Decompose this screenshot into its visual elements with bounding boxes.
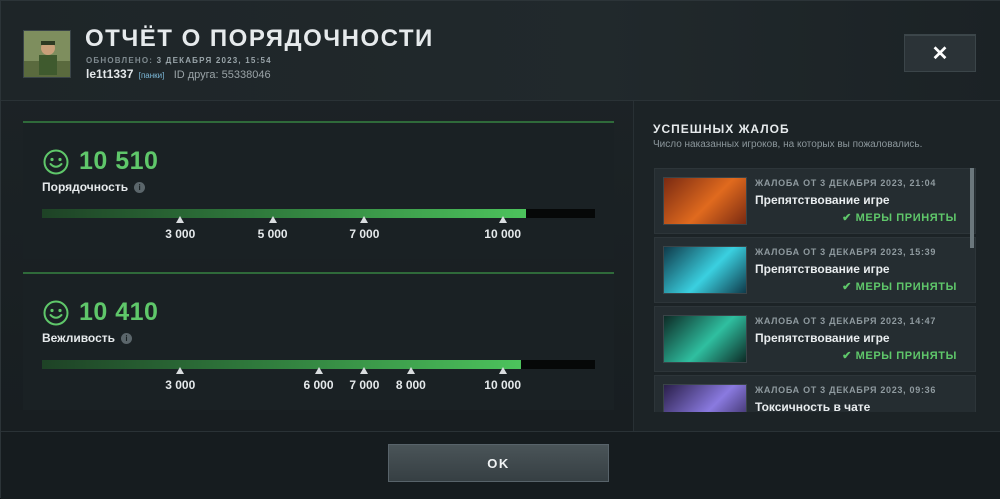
check-icon: ✔	[842, 212, 856, 224]
report-item[interactable]: ЖАЛОБА ОТ 3 ДЕКАБРЯ 2023, 14:47 Препятств…	[654, 306, 976, 372]
tick-label: 5 000	[257, 227, 288, 241]
politeness-score-panel: 10 410 Вежливость i 3 000 6 000 7 000 8 000…	[23, 272, 614, 410]
check-icon: ✔	[842, 281, 856, 293]
tick-marker	[176, 367, 185, 374]
updated-label: ОБНОВЛЕНО:	[86, 56, 154, 65]
avatar-image	[24, 31, 70, 77]
report-type: Токсичность в чате	[755, 400, 871, 412]
footer: OK	[1, 431, 1000, 499]
avatar	[23, 30, 71, 78]
report-item[interactable]: ЖАЛОБА ОТ 3 ДЕКАБРЯ 2023, 09:36 Токсичнос…	[654, 375, 976, 412]
tick-marker	[360, 216, 369, 223]
tick-label: 7 000	[349, 378, 380, 392]
hero-portrait	[663, 246, 747, 294]
conduct-report-modal: ОТЧЁТ О ПОРЯДОЧНОСТИ ОБНОВЛЕНО: 3 ДЕКАБР…	[0, 0, 1000, 499]
progress-fill	[42, 360, 522, 369]
friend-id: ID друга: 55338046	[173, 69, 271, 81]
tick-marker	[176, 216, 185, 223]
report-status-text: МЕРЫ ПРИНЯТЫ	[855, 350, 957, 362]
politeness-score-value: 10 410	[79, 298, 159, 326]
hero-portrait	[663, 177, 747, 225]
tick-marker	[498, 216, 507, 223]
tick-label: 3 000	[165, 227, 196, 241]
report-item[interactable]: ЖАЛОБА ОТ 3 ДЕКАБРЯ 2023, 21:04 Препятств…	[654, 168, 976, 234]
successful-reports-panel: УСПЕШНЫХ ЖАЛОБ Число наказанных игроков,…	[633, 101, 1000, 431]
close-icon: ✕	[931, 42, 949, 65]
smiley-icon	[43, 149, 69, 174]
hero-portrait	[663, 315, 747, 363]
reports-title: УСПЕШНЫХ ЖАЛОБ	[653, 122, 790, 136]
reports-list[interactable]: ЖАЛОБА ОТ 3 ДЕКАБРЯ 2023, 21:04 Препятств…	[654, 168, 976, 412]
hero-portrait	[663, 384, 747, 412]
report-date: ЖАЛОБА ОТ 3 ДЕКАБРЯ 2023, 09:36	[755, 385, 937, 395]
report-status-text: МЕРЫ ПРИНЯТЫ	[855, 281, 957, 293]
tick-marker	[406, 367, 415, 374]
conduct-score-value: 10 510	[79, 147, 159, 175]
tick-label: 3 000	[165, 378, 196, 392]
tick-marker	[360, 367, 369, 374]
report-type: Препятствование игре	[755, 331, 890, 345]
report-date: ЖАЛОБА ОТ 3 ДЕКАБРЯ 2023, 14:47	[755, 316, 937, 326]
politeness-label: Вежливость i	[42, 331, 133, 345]
info-icon[interactable]: i	[121, 332, 133, 344]
ok-button-label: OK	[487, 455, 510, 471]
close-button[interactable]: ✕	[904, 34, 976, 72]
report-date: ЖАЛОБА ОТ 3 ДЕКАБРЯ 2023, 21:04	[755, 178, 937, 188]
check-icon: ✔	[842, 350, 856, 362]
conduct-score-panel: 10 510 Порядочность i 3 000 5 000 7 000 10 …	[23, 121, 614, 259]
user-info: le1t1337 [панки] ID друга: 55338046	[86, 67, 271, 81]
tick-label: 10 000	[484, 378, 521, 392]
report-status: ✔ МЕРЫ ПРИНЯТЫ	[842, 280, 957, 293]
player-nickname: le1t1337	[86, 67, 134, 81]
score-row: 10 410	[43, 298, 158, 327]
tick-label: 6 000	[303, 378, 334, 392]
updated-value: 3 ДЕКАБРЯ 2023, 15:54	[156, 56, 272, 65]
metric-label-text: Порядочность	[42, 180, 129, 194]
report-status: ✔ МЕРЫ ПРИНЯТЫ	[842, 349, 957, 362]
tick-marker	[314, 367, 323, 374]
metric-label-text: Вежливость	[42, 331, 116, 345]
score-row: 10 510	[43, 147, 158, 176]
tick-label: 10 000	[484, 227, 521, 241]
report-status: ✔ МЕРЫ ПРИНЯТЫ	[842, 211, 957, 224]
reports-subtitle: Число наказанных игроков, на которых вы …	[653, 139, 923, 150]
report-date: ЖАЛОБА ОТ 3 ДЕКАБРЯ 2023, 15:39	[755, 247, 937, 257]
tick-label: 7 000	[349, 227, 380, 241]
scrollbar[interactable]	[970, 168, 974, 248]
report-status-text: МЕРЫ ПРИНЯТЫ	[855, 212, 957, 224]
tick-marker	[268, 216, 277, 223]
conduct-label: Порядочность i	[42, 180, 146, 194]
ok-button[interactable]: OK	[388, 444, 609, 482]
smiley-icon	[43, 300, 69, 325]
header: ОТЧЁТ О ПОРЯДОЧНОСТИ ОБНОВЛЕНО: 3 ДЕКАБР…	[1, 1, 1000, 101]
team-tag: [панки]	[138, 71, 165, 80]
tick-label: 8 000	[395, 378, 426, 392]
report-type: Препятствование игре	[755, 262, 890, 276]
info-icon[interactable]: i	[134, 181, 146, 193]
tick-marker	[498, 367, 507, 374]
conduct-progress-bar	[42, 209, 595, 218]
updated-timestamp: ОБНОВЛЕНО: 3 ДЕКАБРЯ 2023, 15:54	[86, 56, 272, 65]
report-item[interactable]: ЖАЛОБА ОТ 3 ДЕКАБРЯ 2023, 15:39 Препятств…	[654, 237, 976, 303]
progress-fill	[42, 209, 526, 218]
page-title: ОТЧЁТ О ПОРЯДОЧНОСТИ	[85, 25, 434, 52]
report-type: Препятствование игре	[755, 193, 890, 207]
